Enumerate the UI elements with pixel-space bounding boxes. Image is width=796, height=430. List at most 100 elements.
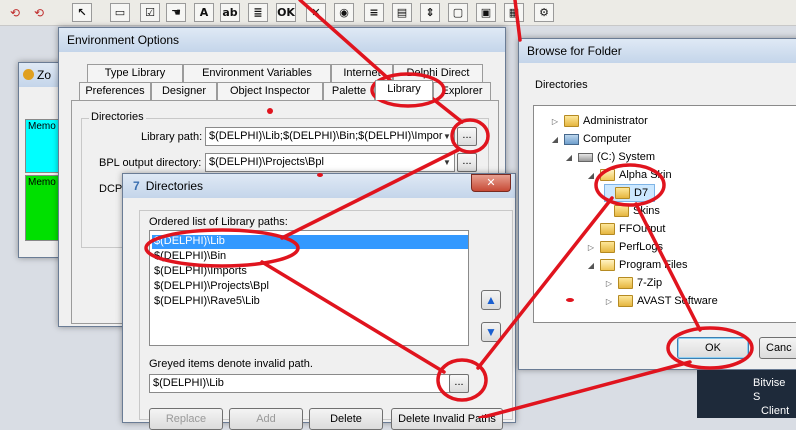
path-edit-value: $(DELPHI)\Lib [153, 377, 224, 389]
list-item[interactable]: $(DELPHI)\Projects\Bpl [152, 280, 269, 294]
tab-library[interactable]: Library [375, 80, 433, 100]
radio-icon[interactable]: ◉ [334, 3, 354, 22]
list-item[interactable]: $(DELPHI)\Bin [152, 250, 226, 264]
arrow-up-icon: ▲ [485, 293, 497, 307]
bpl-output-value: $(DELPHI)\Projects\Bpl [209, 156, 324, 168]
path-browse-button[interactable]: ... [449, 374, 469, 393]
tab-environment-variables[interactable]: Environment Variables [183, 64, 331, 82]
tree-item-label: Computer [583, 133, 632, 145]
dcp-label: DCP [99, 183, 123, 195]
bitvise-line2: Client [761, 405, 790, 417]
delete-button[interactable]: Delete [309, 408, 383, 430]
radiogroup-icon[interactable]: ▦ [504, 3, 524, 22]
tree-item-label: Program Files [619, 259, 688, 271]
path-edit-field[interactable]: $(DELPHI)\Lib [149, 374, 453, 393]
close-icon[interactable]: ✕ [471, 174, 511, 192]
bpl-browse-button[interactable]: ... [457, 153, 477, 172]
bpl-output-combo[interactable]: $(DELPHI)\Projects\Bpl ▼ [205, 153, 455, 172]
tree-item-administrator[interactable]: ▷ Administrator [550, 112, 648, 130]
tree-item-label: Administrator [583, 115, 648, 127]
scrollbar-icon[interactable]: ⇕ [420, 3, 440, 22]
list-item[interactable]: $(DELPHI)\Rave5\Lib [152, 295, 260, 309]
bpl-output-label: BPL output directory: [99, 157, 202, 169]
library-path-label: Library path: [141, 131, 203, 143]
directories-label: Directories [535, 79, 588, 91]
panel-icon[interactable]: ▢ [448, 3, 468, 22]
tab-palette[interactable]: Palette [323, 82, 375, 100]
edit-icon[interactable]: ab [220, 3, 240, 22]
drive-icon [578, 152, 593, 162]
expander-icon[interactable]: ▷ [586, 243, 596, 252]
expander-icon[interactable]: ◢ [586, 171, 596, 180]
expander-icon[interactable]: ◢ [564, 153, 574, 162]
directories-titlebar: 7 Directories [123, 174, 515, 198]
folder-open-icon [600, 169, 615, 181]
folder-tree[interactable]: ▷ Administrator ◢ Computer ◢ (C:) System ◢ A… [533, 105, 796, 323]
tree-item-d7[interactable]: D7 [604, 184, 656, 202]
memo-label: Memo [28, 177, 56, 188]
library-path-value: $(DELPHI)\Lib;$(DELPHI)\Bin;$(DELPHI)\Im… [209, 130, 443, 142]
action-icon[interactable]: ⚙ [534, 3, 554, 22]
tab-type-library[interactable]: Type Library [87, 64, 183, 82]
list-label: Ordered list of Library paths: [147, 216, 290, 228]
tree-item-7-zip[interactable]: ▷ 7-Zip [604, 274, 662, 292]
library-path-browse-button[interactable]: ... [457, 127, 477, 146]
move-down-button[interactable]: ▼ [481, 322, 501, 342]
browse-folder-titlebar: Browse for Folder [519, 39, 796, 63]
label-icon[interactable]: A [194, 3, 214, 22]
library-path-combo[interactable]: $(DELPHI)\Lib;$(DELPHI)\Bin;$(DELPHI)\Im… [205, 127, 455, 146]
tree-item-program-files[interactable]: ◢ Program Files [586, 256, 687, 274]
add-button[interactable]: Add [229, 408, 303, 430]
bitvise-line1: Bitvise S [753, 377, 786, 403]
frame-icon[interactable]: ▭ [110, 3, 130, 22]
button-icon[interactable]: OK [276, 3, 296, 22]
close-box-icon[interactable]: ✕ [306, 3, 326, 22]
tree-item-label: (C:) System [597, 151, 656, 163]
chevron-down-icon[interactable]: ▼ [440, 128, 454, 145]
tree-item-ffoutput[interactable]: FFOutput [586, 220, 665, 238]
checkbox-icon[interactable]: ☑ [140, 3, 160, 22]
tree-item-perflogs[interactable]: ▷ PerfLogs [586, 238, 663, 256]
tree-item-label: Skins [633, 205, 660, 217]
expander-icon[interactable]: ◢ [586, 261, 596, 270]
ok-button[interactable]: OK [677, 337, 749, 359]
pointer-icon[interactable]: ↖ [72, 3, 92, 22]
tab-designer[interactable]: Designer [151, 82, 217, 100]
groupbox-icon[interactable]: ▣ [476, 3, 496, 22]
expander-icon[interactable]: ▷ [604, 297, 614, 306]
tool-icon-a[interactable]: ⟲ [6, 4, 24, 21]
folder-icon [614, 205, 629, 217]
expander-icon[interactable]: ▷ [550, 117, 560, 126]
tree-item-skins[interactable]: Skins [604, 202, 660, 220]
list-item[interactable]: $(DELPHI)\Imports [152, 265, 247, 279]
tab-object-inspector[interactable]: Object Inspector [217, 82, 323, 100]
listbox-icon[interactable]: ≡ [364, 3, 384, 22]
browse-for-folder-dialog: Browse for Folder Directories ▷ Administr… [518, 38, 796, 370]
tab-preferences[interactable]: Preferences [79, 82, 151, 100]
move-up-button[interactable]: ▲ [481, 290, 501, 310]
browse-folder-title: Browse for Folder [527, 44, 622, 58]
tab-explorer[interactable]: Explorer [433, 82, 491, 100]
directories-group-label: Directories [89, 111, 146, 123]
tool-icon-b[interactable]: ⟲ [30, 4, 48, 21]
memo-icon[interactable]: ≣ [248, 3, 268, 22]
tree-item-label: Alpha Skin [619, 169, 672, 181]
tree-item-avast-software[interactable]: ▷ AVAST Software [604, 292, 718, 310]
library-paths-list[interactable]: $(DELPHI)\Lib $(DELPHI)\Bin $(DELPHI)\Im… [149, 230, 469, 346]
delete-invalid-paths-button[interactable]: Delete Invalid Paths [391, 408, 503, 430]
combobox-icon[interactable]: ▤ [392, 3, 412, 22]
expander-icon[interactable]: ◢ [550, 135, 560, 144]
chevron-down-icon[interactable]: ▼ [440, 154, 454, 171]
list-item[interactable]: $(DELPHI)\Lib [152, 235, 468, 249]
tree-item-label: FFOutput [619, 223, 666, 235]
tree-item-c-system[interactable]: ◢ (C:) System [564, 148, 655, 166]
tree-item-label: AVAST Software [637, 295, 718, 307]
component-toolbar: ⟲ ⟲ ↖ ▭ ☑ ☚ A ab ≣ OK ✕ ◉ ≡ ▤ ⇕ ▢ ▣ ▦ ⚙ [0, 0, 796, 26]
tree-item-alpha-skin[interactable]: ◢ Alpha Skin [586, 166, 672, 184]
expander-icon[interactable]: ▷ [604, 279, 614, 288]
tree-item-computer[interactable]: ◢ Computer [550, 130, 631, 148]
hand-icon[interactable]: ☚ [166, 3, 186, 22]
app-icon [23, 69, 34, 80]
replace-button[interactable]: Replace [149, 408, 223, 430]
cancel-button[interactable]: Canc [759, 337, 796, 359]
